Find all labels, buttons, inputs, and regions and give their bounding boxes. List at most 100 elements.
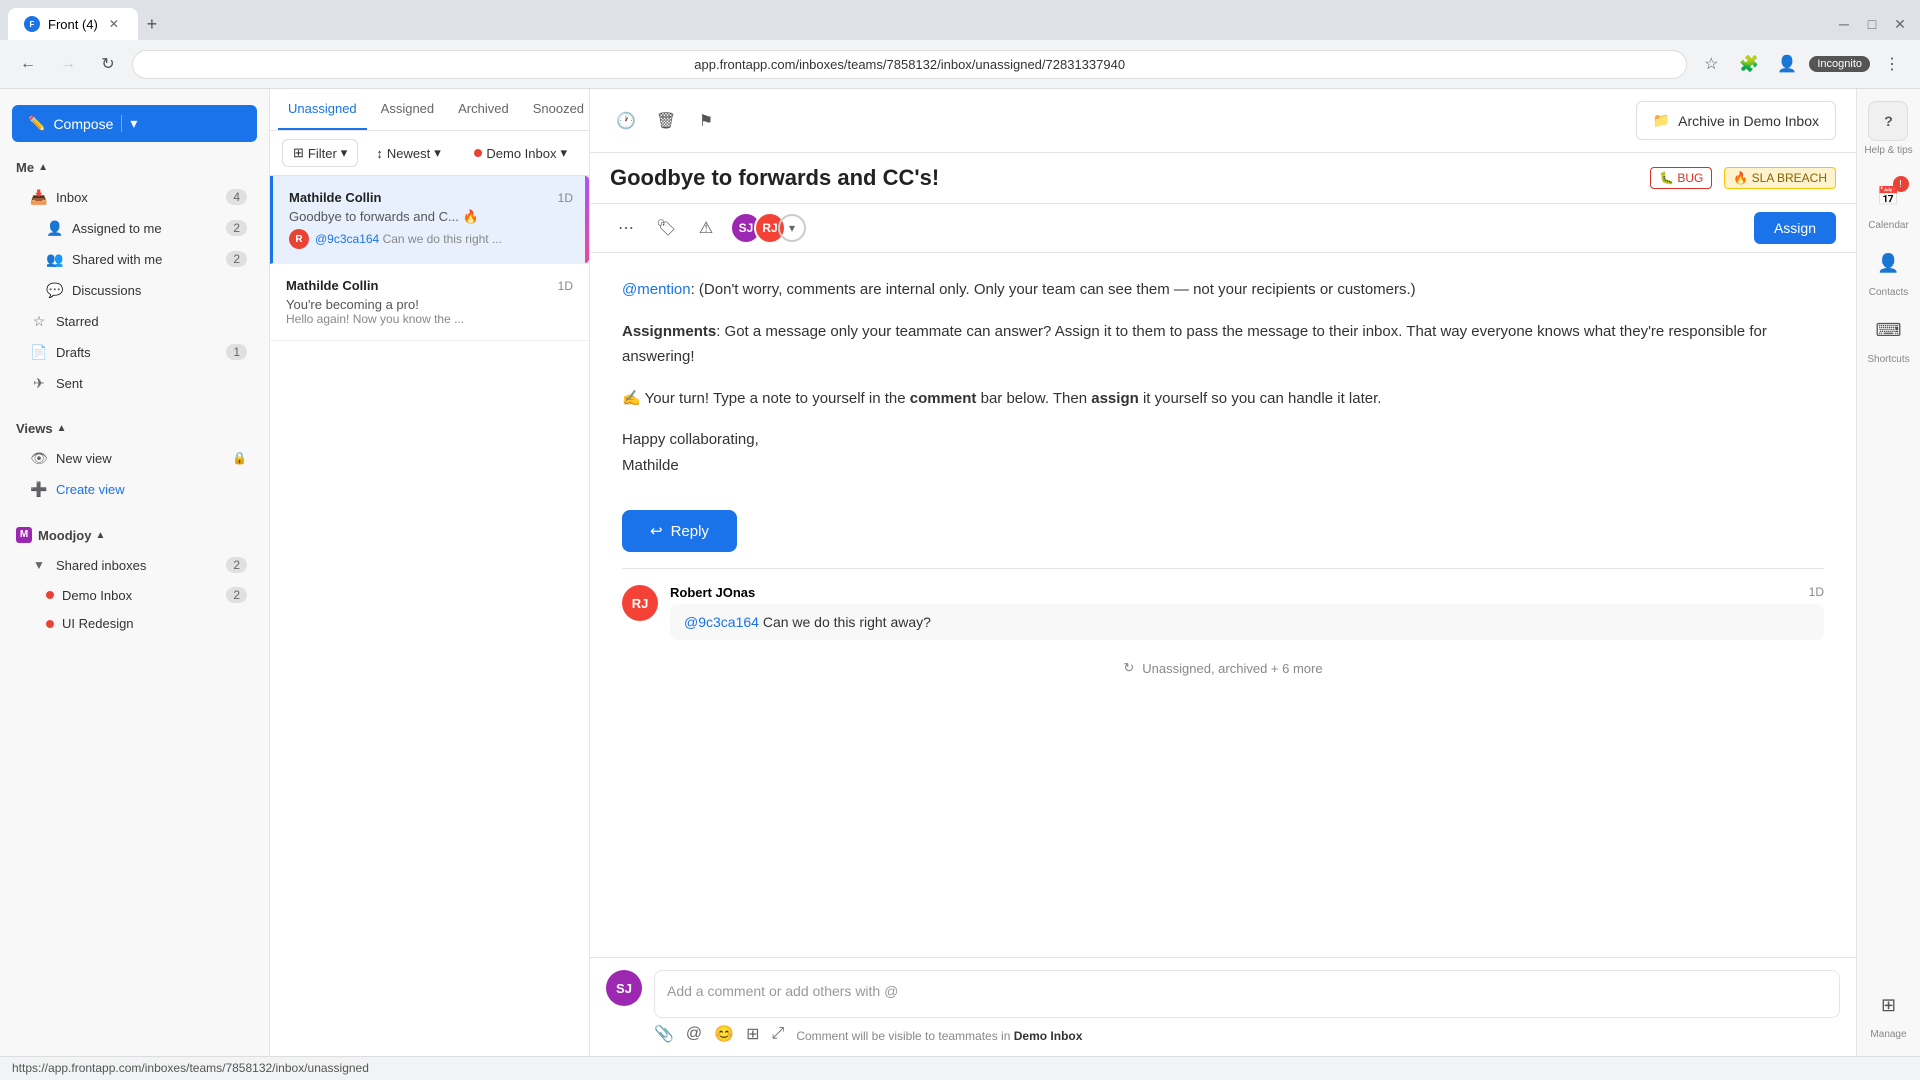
sidebar-item-discussions[interactable]: 💬 Discussions — [6, 275, 263, 305]
sort-button[interactable]: ↕ Newest ▾ — [366, 140, 450, 166]
window-maximize-button[interactable]: □ — [1860, 12, 1884, 36]
manage-button[interactable]: ⊞ — [1869, 985, 1909, 1025]
sidebar-item-new-view[interactable]: 👁 New view 🔒 — [6, 443, 263, 473]
at-mention-button[interactable]: @ — [686, 1025, 702, 1043]
tab-title: Front (4) — [48, 17, 98, 32]
inbox-selector-label: Demo Inbox — [486, 146, 556, 161]
discussions-icon: 💬 — [46, 281, 64, 299]
window-close-button[interactable]: ✕ — [1888, 12, 1912, 36]
inbox-label: Inbox — [56, 190, 218, 205]
create-view-label: Create view — [56, 482, 247, 497]
tab-unassigned[interactable]: Unassigned — [278, 89, 367, 130]
tab-favicon: F — [24, 16, 40, 32]
clock-button[interactable]: 🕐 — [610, 105, 642, 137]
demo-inbox-label: Demo Inbox — [62, 588, 218, 603]
message-list: Unassigned Assigned Archived Snoozed Tra… — [270, 89, 590, 1056]
sidebar-item-create-view[interactable]: ➕ Create view — [6, 474, 263, 504]
inbox-selector[interactable]: Demo Inbox ▾ — [464, 140, 577, 166]
incognito-badge: Incognito — [1809, 56, 1870, 72]
filter-button[interactable]: ⊞ Filter ▾ — [282, 139, 358, 167]
more-options-button[interactable]: ⋯ — [610, 212, 642, 244]
views-section-header[interactable]: Views ▲ — [0, 415, 269, 442]
archive-btn-area: 🕐 🗑 ⚑ 📁 Archive in Demo Inbox — [590, 89, 1856, 153]
sidebar-item-drafts[interactable]: 📄 Drafts 1 — [6, 337, 263, 367]
email-header: Goodbye to forwards and CC's! 🐛 BUG 🔥 SL… — [590, 153, 1856, 204]
emoji-button[interactable]: 😊 — [714, 1024, 734, 1044]
calendar-button[interactable]: 📅 ! — [1869, 176, 1909, 216]
flag-button[interactable]: ⚑ — [690, 105, 722, 137]
expand-button[interactable]: ⤢ — [772, 1025, 785, 1043]
bug-tag-badge[interactable]: 🐛 BUG — [1650, 167, 1712, 189]
moodjoy-chevron-icon: ▲ — [95, 530, 105, 541]
trash-button[interactable]: 🗑 — [650, 105, 682, 137]
message-item[interactable]: Mathilde Collin 1D You're becoming a pro… — [270, 264, 589, 341]
address-bar[interactable]: app.frontapp.com/inboxes/teams/7858132/i… — [132, 50, 1687, 79]
profile-button[interactable]: 👤 — [1771, 48, 1803, 80]
moodjoy-icon: M — [16, 527, 32, 543]
shared-with-me-icon: 👥 — [46, 250, 64, 268]
comment-input[interactable]: Add a comment or add others with @ — [654, 970, 1840, 1018]
reply-label: Reply — [671, 523, 709, 540]
message-sender: Mathilde Collin — [286, 278, 378, 293]
window-minimize-button[interactable]: ─ — [1832, 12, 1856, 36]
sidebar-item-inbox[interactable]: 📥 Inbox 4 — [6, 182, 263, 212]
contacts-label: Contacts — [1869, 287, 1908, 298]
tab-close-button[interactable]: ✕ — [106, 16, 122, 32]
tab-snoozed[interactable]: Snoozed — [523, 89, 590, 130]
avatar-expand-button[interactable]: ▾ — [778, 214, 806, 242]
assign-button[interactable]: Assign — [1754, 212, 1836, 244]
reply-button[interactable]: ↩ Reply — [622, 510, 737, 552]
new-view-icon: 👁 — [30, 449, 48, 467]
archive-in-demo-inbox-button[interactable]: 📁 Archive in Demo Inbox — [1636, 101, 1836, 140]
sidebar-item-shared-with-me[interactable]: 👥 Shared with me 2 — [6, 244, 263, 274]
extensions-button[interactable]: 🧩 — [1733, 48, 1765, 80]
tab-assigned[interactable]: Assigned — [371, 89, 444, 130]
sort-label: Newest — [387, 146, 430, 161]
sidebar-item-starred[interactable]: ☆ Starred — [6, 306, 263, 336]
sla-tag-badge[interactable]: 🔥 SLA BREACH — [1724, 167, 1836, 189]
email-paragraph-3: ✍️ Your turn! Type a note to yourself in… — [622, 386, 1824, 412]
back-button[interactable]: ← — [12, 48, 44, 80]
sidebar-item-sent[interactable]: ✈ Sent — [6, 368, 263, 398]
ui-redesign-dot — [46, 620, 54, 628]
filter-chevron-icon: ▾ — [341, 145, 348, 161]
moodjoy-label: Moodjoy — [38, 528, 91, 543]
help-button[interactable]: ? — [1868, 101, 1908, 141]
formatting-button[interactable]: ⊞ — [746, 1024, 759, 1044]
bookmark-button[interactable]: ☆ — [1695, 48, 1727, 80]
me-section-header[interactable]: Me ▲ — [0, 154, 269, 181]
me-label: Me — [16, 160, 34, 175]
sidebar-item-shared-inboxes[interactable]: ▼ Shared inboxes 2 — [6, 550, 263, 580]
tag-button[interactable]: 🏷 — [650, 212, 682, 244]
sidebar-item-ui-redesign[interactable]: UI Redesign — [6, 610, 263, 637]
reload-button[interactable]: ↻ — [92, 48, 124, 80]
forward-button[interactable]: → — [52, 48, 84, 80]
comment-mention: @9c3ca164 — [684, 614, 759, 630]
shortcuts-button[interactable]: ⌨ — [1869, 310, 1909, 350]
compose-button[interactable]: ✏️ Compose ▾ — [12, 105, 257, 142]
moodjoy-section-header[interactable]: M Moodjoy ▲ — [0, 521, 269, 549]
sent-label: Sent — [56, 376, 247, 391]
comment-section: RJ Robert JOnas 1D @9c3ca164 Can we do t… — [622, 568, 1824, 700]
contacts-button[interactable]: 👤 — [1869, 243, 1909, 283]
avatar-group: SJ RJ ▾ — [730, 212, 806, 244]
sidebar-item-demo-inbox[interactable]: Demo Inbox 2 — [6, 581, 263, 609]
views-label: Views — [16, 421, 53, 436]
tab-archived[interactable]: Archived — [448, 89, 519, 130]
attach-button[interactable]: 📎 — [654, 1024, 674, 1044]
sidebar-item-assigned-to-me[interactable]: 👤 Assigned to me 2 — [6, 213, 263, 243]
manage-label: Manage — [1870, 1029, 1906, 1040]
mention-text: @mention — [622, 281, 691, 298]
assigned-to-me-icon: 👤 — [46, 219, 64, 237]
message-item[interactable]: Mathilde Collin 1D Goodbye to forwards a… — [270, 176, 589, 264]
assigned-to-me-label: Assigned to me — [72, 221, 218, 236]
message-list-tabs: Unassigned Assigned Archived Snoozed Tra… — [270, 89, 589, 131]
menu-button[interactable]: ⋮ — [1876, 48, 1908, 80]
alert-button[interactable]: ⚠ — [690, 212, 722, 244]
email-pane: 🕐 🗑 ⚑ 📁 Archive in Demo Inbox Goodbye to… — [590, 89, 1856, 1056]
new-tab-button[interactable]: + — [138, 10, 166, 38]
comment-author: Robert JOnas — [670, 585, 755, 600]
browser-tab[interactable]: F Front (4) ✕ — [8, 8, 138, 40]
ui-redesign-label: UI Redesign — [62, 616, 247, 631]
inbox-selector-dot — [474, 149, 482, 157]
